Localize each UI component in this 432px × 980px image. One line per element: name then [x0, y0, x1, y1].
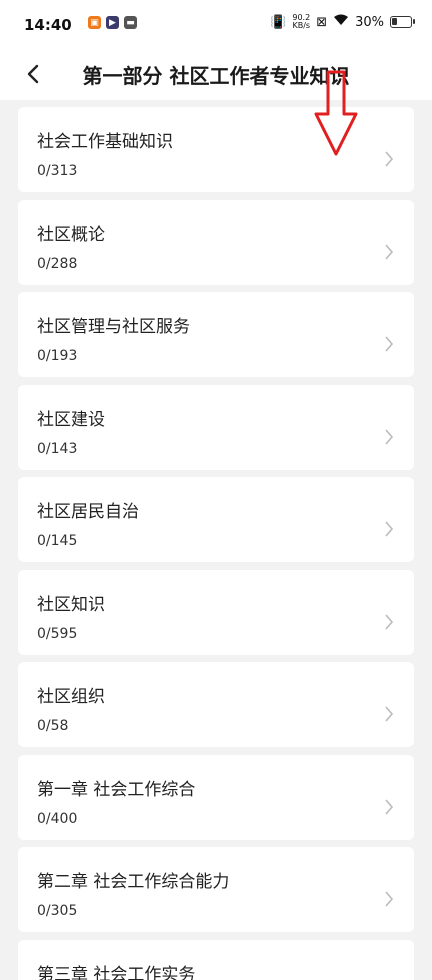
chevron-right-icon [385, 798, 394, 815]
item-progress: 0/143 [37, 440, 78, 457]
battery-percent: 30% [355, 14, 384, 30]
wifi-icon [333, 14, 349, 30]
chevron-right-icon [385, 336, 394, 352]
list-item[interactable]: 社区居民自治 0/145 [18, 477, 414, 562]
list-item[interactable]: 社区组织 0/58 [18, 662, 414, 747]
item-progress: 0/288 [37, 255, 78, 272]
chevron-right-icon [385, 521, 394, 537]
item-title: 第二章 社会工作综合能力 [37, 872, 230, 892]
chevron-right-icon [385, 613, 394, 630]
item-title: 社区建设 [37, 409, 105, 430]
item-title: 第一章 社会工作综合 [37, 779, 196, 800]
chevron-right-icon [385, 706, 394, 722]
item-progress: 0/400 [37, 810, 78, 827]
item-progress: 0/313 [37, 163, 78, 179]
item-progress: 0/145 [37, 533, 78, 549]
down-arrow-annotation-icon [314, 70, 358, 156]
item-title: 社区概论 [37, 224, 105, 245]
item-progress: 0/305 [37, 903, 78, 919]
list-item[interactable]: 社区建设 0/143 [18, 384, 414, 470]
notification-icons: ▣ ▶ ▬ [88, 16, 137, 29]
status-time: 14:40 [24, 16, 72, 34]
status-indicators: 📳 90.2 KB/s ⊠ 30% [270, 14, 415, 30]
item-title: 第三章 社会工作实务 [37, 964, 196, 980]
page-title: 第一部分 社区工作者专业知识 [82, 64, 350, 88]
item-progress: 0/193 [37, 348, 78, 364]
item-progress: 0/58 [37, 718, 69, 734]
chevron-right-icon [385, 428, 394, 445]
video-notification-icon: ▶ [106, 16, 119, 29]
sim-icon: ⊠ [316, 14, 328, 30]
chevron-right-icon [385, 151, 394, 167]
chapter-list: 社会工作基础知识 0/313 社区概论 0/288 社区管理与社区服务 0/19… [18, 107, 414, 980]
list-item[interactable]: 社区管理与社区服务 0/193 [18, 292, 414, 377]
chevron-right-icon [385, 243, 394, 260]
list-item[interactable]: 第一章 社会工作综合 0/400 [18, 754, 414, 840]
list-item[interactable]: 社区知识 0/595 [18, 569, 414, 655]
item-title: 社区组织 [37, 687, 105, 707]
battery-level [392, 18, 397, 25]
item-title: 社区居民自治 [37, 502, 139, 522]
network-speed: 90.2 KB/s [292, 14, 310, 30]
status-bar: 14:40 ▣ ▶ ▬ 📳 90.2 KB/s ⊠ 30% [0, 0, 432, 48]
list-item[interactable]: 社区概论 0/288 [18, 199, 414, 285]
item-title: 社会工作基础知识 [37, 132, 173, 152]
item-progress: 0/595 [37, 625, 78, 642]
list-item[interactable]: 第二章 社会工作综合能力 0/305 [18, 847, 414, 932]
battery-icon [390, 16, 415, 28]
item-title: 社区管理与社区服务 [37, 317, 190, 337]
vibrate-icon: 📳 [270, 14, 287, 30]
chevron-right-icon [385, 891, 394, 907]
app-notification-icon: ▣ [88, 16, 101, 29]
message-notification-icon: ▬ [124, 16, 137, 29]
item-title: 社区知识 [37, 594, 105, 615]
app-header: 第一部分 社区工作者专业知识 [0, 48, 432, 100]
net-speed-unit: KB/s [292, 21, 311, 30]
list-item[interactable]: 第三章 社会工作实务 [18, 939, 414, 980]
